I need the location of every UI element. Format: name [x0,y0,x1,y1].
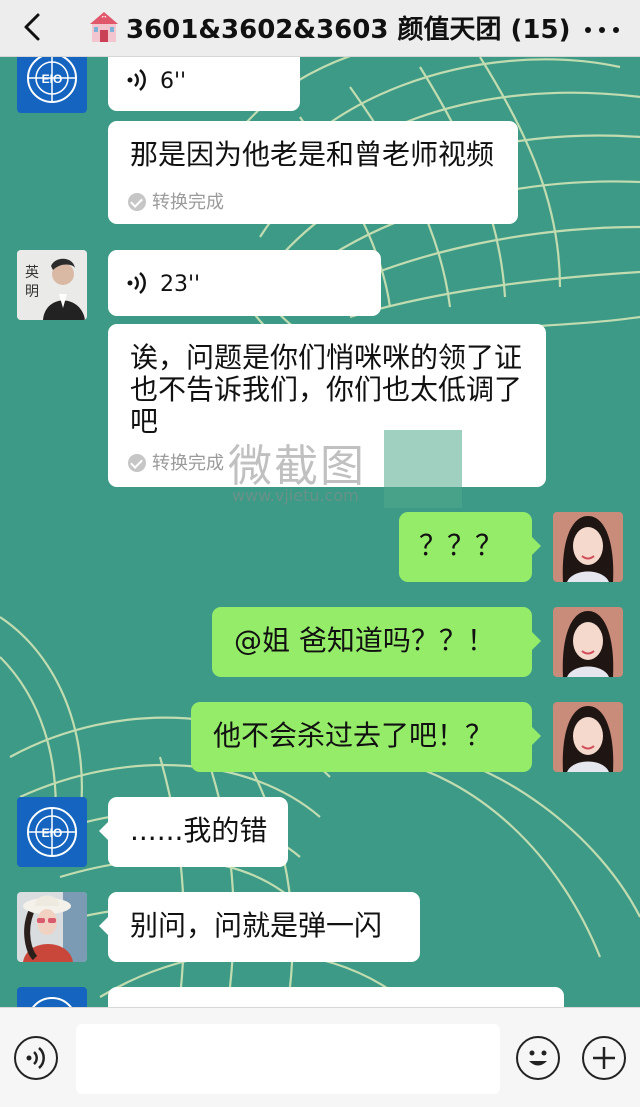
un-emblem-icon: EIO [27,807,77,857]
girl-portrait-icon [553,702,623,772]
transcript-status: 转换完成 [128,187,224,219]
watermark-url: www.vjietu.com [232,486,359,505]
message-input[interactable] [76,1024,500,1094]
svg-text:EIO: EIO [42,72,63,86]
voice-wave-icon [26,1047,45,1069]
emoji-button[interactable] [516,1036,560,1080]
message-text: 别问，问就是弹一闪 [130,909,383,942]
self-avatar[interactable] [553,512,623,582]
watermark: 微截图 www.vjietu.com [228,430,468,510]
received-message-bubble[interactable]: ......我的错 [108,797,288,867]
back-arrow-icon[interactable] [18,12,48,42]
watermark-text: 微截图 [228,441,366,492]
svg-text:EIO: EIO [42,826,63,840]
voice-message-bubble[interactable]: 6'' [108,57,300,111]
self-avatar[interactable] [553,607,623,677]
un-logo-avatar[interactable]: EIO [17,57,87,113]
received-message-bubble[interactable]: 别问，问就是弹一闪 [108,892,420,962]
girl-hat-avatar[interactable] [17,892,87,962]
un-logo-avatar[interactable]: EIO [17,797,87,867]
bubble-tail [532,537,541,555]
voice-duration: 6'' [160,69,187,94]
transcript-text: 诶，问题是你们悄咪咪的领了证也不告诉我们，你们也太低调了吧 [130,341,523,438]
svg-text:英: 英 [25,264,39,281]
un-emblem-icon: EIO [27,57,77,103]
check-circle-icon [128,193,146,211]
check-circle-icon [128,454,146,472]
transcript-status: 转换完成 [128,448,224,480]
message-text: ......我的错 [130,814,268,847]
voice-wave-icon [127,272,146,294]
smiley-face-icon [529,1050,547,1066]
girl-portrait-icon [553,607,623,677]
voice-wave-icon [127,69,146,91]
voice-duration: 23'' [160,272,201,297]
bubble-tail [532,727,541,745]
girl-with-hat-icon [17,892,87,962]
sent-message-bubble[interactable]: @姐 爸知道吗？？！ [212,607,532,677]
transcript-text: 那是因为他老是和曾老师视频 [130,138,495,171]
received-message-bubble[interactable] [108,987,564,1007]
bubble-tail [99,917,108,935]
bubble-tail [532,632,541,650]
more-options-icon[interactable] [578,12,632,42]
sent-message-bubble[interactable]: ？？？ [399,512,532,582]
transcript-bubble[interactable]: 那是因为他老是和曾老师视频 转换完成 [108,121,518,224]
girl-portrait-icon [553,512,623,582]
wedding-chapel-icon [90,12,118,42]
plus-icon [593,1047,615,1069]
man-portrait-icon: 英 明 [17,250,87,320]
add-more-button[interactable] [582,1036,626,1080]
un-logo-avatar[interactable] [17,987,87,1007]
sent-message-bubble[interactable]: 他不会杀过去了吧！？ [191,702,532,772]
message-text: ？？？ [419,529,504,562]
yingming-avatar[interactable]: 英 明 [17,250,87,320]
message-list[interactable]: EIO 6'' 那是因为他老是和曾老师视频 转换完成 英 明 23'' 诶，问题… [0,57,640,1007]
top-bar: 3601&3602&3603 颜值天团 (15) [0,0,640,57]
voice-message-bubble[interactable]: 23'' [108,250,381,316]
svg-text:明: 明 [25,284,39,300]
chat-title: 3601&3602&3603 颜值天团 (15) [126,15,571,45]
message-text: @姐 爸知道吗？？！ [234,624,495,657]
message-text: 他不会杀过去了吧！？ [213,719,494,752]
voice-input-button[interactable] [14,1036,58,1080]
chat-screen: 3601&3602&3603 颜值天团 (15) EIO 6'' 那是因为他老是… [0,0,640,1107]
input-bar [0,1007,640,1107]
un-emblem-icon [32,997,72,1007]
self-avatar[interactable] [553,702,623,772]
bubble-tail [99,822,108,840]
watermark-image-icon [384,430,462,508]
